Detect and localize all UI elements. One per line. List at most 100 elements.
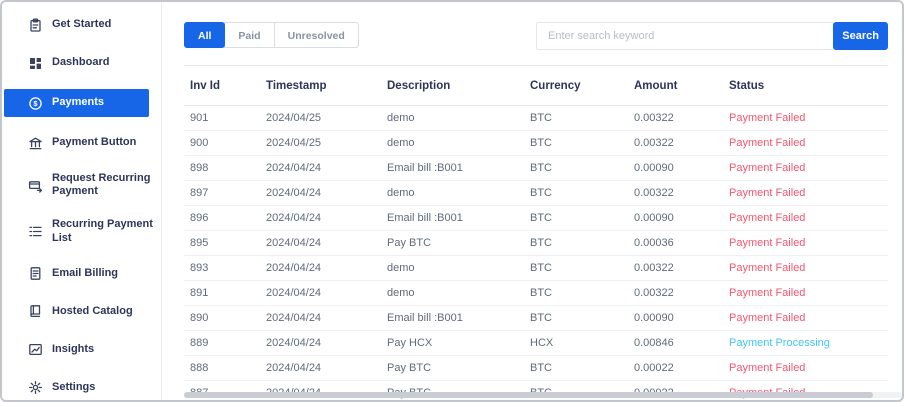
cell-inv-id: 888 (190, 362, 209, 374)
cell-timestamp: 2024/04/25 (266, 112, 322, 124)
card-request-icon (28, 178, 43, 193)
column-header: Timestamp (266, 79, 327, 92)
chart-icon (28, 342, 43, 357)
cell-description: Email bill :B001 (387, 162, 463, 174)
cell-status: Payment Failed (729, 187, 806, 199)
sidebar-item-get-started[interactable]: Get Started (2, 13, 161, 37)
cell-timestamp: 2024/04/25 (266, 137, 322, 149)
cell-status: Payment Failed (729, 237, 806, 249)
sidebar: Get Started Dashboard $ Payments Payment… (2, 2, 162, 400)
table-row[interactable]: 895 2024/04/24 Pay BTC BTC 0.00036 Payme… (184, 231, 888, 256)
cell-amount: 0.00322 (634, 137, 674, 149)
cell-timestamp: 2024/04/24 (266, 362, 322, 374)
sidebar-item-payment-button[interactable]: Payment Button (2, 131, 161, 155)
cell-status: Payment Failed (729, 362, 806, 374)
sidebar-item-hosted-catalog[interactable]: Hosted Catalog (2, 300, 161, 324)
cell-currency: BTC (530, 262, 552, 274)
cell-description: Pay BTC (387, 362, 432, 374)
cell-currency: BTC (530, 212, 552, 224)
sidebar-item-label: Get Started (52, 18, 112, 31)
column-header: Status (729, 79, 765, 92)
filter-tab-paid[interactable]: Paid (224, 22, 275, 48)
cell-inv-id: 901 (190, 112, 209, 124)
filter-tab-all[interactable]: All (184, 22, 226, 48)
search-input[interactable] (536, 22, 834, 50)
payments-table: Inv Id Timestamp Description Currency Amount… (184, 65, 888, 400)
sidebar-item-label: Email Billing (52, 267, 119, 280)
table-row[interactable]: 893 2024/04/24 demo BTC 0.00322 Payment … (184, 256, 888, 281)
cell-currency: BTC (530, 137, 552, 149)
filter-tab-unresolved[interactable]: Unresolved (273, 22, 359, 48)
cell-inv-id: 896 (190, 212, 209, 224)
cell-status: Payment Failed (729, 287, 806, 299)
search-button[interactable]: Search (833, 22, 888, 50)
cell-timestamp: 2024/04/24 (266, 212, 322, 224)
column-header: Amount (634, 79, 678, 92)
sidebar-item-dashboard[interactable]: Dashboard (2, 51, 161, 75)
table-header-row: Inv Id Timestamp Description Currency Amount… (184, 65, 888, 106)
table-row[interactable]: 896 2024/04/24 Email bill :B001 BTC 0.00… (184, 206, 888, 231)
table-row[interactable]: 891 2024/04/24 demo BTC 0.00322 Payment … (184, 281, 888, 306)
scrollbar-thumb[interactable] (184, 392, 874, 398)
cell-inv-id: 891 (190, 287, 209, 299)
cell-timestamp: 2024/04/24 (266, 287, 322, 299)
cell-status: Payment Processing (729, 337, 830, 349)
sidebar-item-label: Dashboard (52, 56, 110, 69)
cell-description: demo (387, 137, 415, 149)
cell-inv-id: 898 (190, 162, 209, 174)
sidebar-item-request-recurring-payment[interactable]: Request Recurring Payment (2, 169, 161, 201)
column-header: Currency (530, 79, 581, 92)
sidebar-item-insights[interactable]: Insights (2, 338, 161, 362)
cell-description: demo (387, 287, 415, 299)
sidebar-item-recurring-payment-list[interactable]: Recurring Payment List (2, 215, 161, 247)
cell-status: Payment Failed (729, 137, 806, 149)
sidebar-item-label: Payments (52, 96, 104, 109)
sidebar-item-email-billing[interactable]: Email Billing (2, 262, 161, 286)
list-icon (28, 224, 43, 239)
horizontal-scrollbar[interactable] (184, 392, 902, 398)
gear-icon (28, 380, 43, 395)
column-header: Description (387, 79, 451, 92)
cell-timestamp: 2024/04/24 (266, 237, 322, 249)
cell-description: Pay HCX (387, 337, 433, 349)
cell-amount: 0.00090 (634, 212, 674, 224)
table-row[interactable]: 890 2024/04/24 Email bill :B001 BTC 0.00… (184, 306, 888, 331)
cell-inv-id: 889 (190, 337, 209, 349)
document-icon (28, 266, 43, 281)
cell-description: demo (387, 262, 415, 274)
status-filter-group: All Paid Unresolved (184, 22, 359, 48)
sidebar-item-payments[interactable]: $ Payments (4, 89, 149, 117)
cell-status: Payment Failed (729, 312, 806, 324)
cell-description: demo (387, 112, 415, 124)
sidebar-item-label: Payment Button (52, 136, 137, 149)
search-bar: Search (536, 22, 888, 50)
cell-status: Payment Failed (729, 162, 806, 174)
table-row[interactable]: 900 2024/04/25 demo BTC 0.00322 Payment … (184, 131, 888, 156)
cell-amount: 0.00090 (634, 162, 674, 174)
cell-description: Email bill :B001 (387, 312, 463, 324)
cell-amount: 0.00846 (634, 337, 674, 349)
table-row[interactable]: 901 2024/04/25 demo BTC 0.00322 Payment … (184, 106, 888, 131)
cell-currency: BTC (530, 362, 552, 374)
table-row[interactable]: 888 2024/04/24 Pay BTC BTC 0.00022 Payme… (184, 356, 888, 381)
cell-currency: BTC (530, 187, 552, 199)
cell-currency: BTC (530, 112, 552, 124)
cell-status: Payment Failed (729, 212, 806, 224)
table-row[interactable]: 897 2024/04/24 demo BTC 0.00322 Payment … (184, 181, 888, 206)
svg-text:$: $ (33, 99, 38, 108)
sidebar-item-settings[interactable]: Settings (2, 376, 161, 400)
cell-currency: HCX (530, 337, 554, 349)
cell-status: Payment Failed (729, 262, 806, 274)
cell-inv-id: 900 (190, 137, 209, 149)
cell-currency: BTC (530, 312, 552, 324)
cell-timestamp: 2024/04/24 (266, 262, 322, 274)
sidebar-item-label: Hosted Catalog (52, 305, 133, 318)
topbar: AllPaidUnresolved Search (184, 22, 888, 50)
sidebar-item-label: Settings (52, 381, 96, 394)
table-row[interactable]: 898 2024/04/24 Email bill :B001 BTC 0.00… (184, 156, 888, 181)
cell-amount: 0.00322 (634, 112, 674, 124)
cell-status: Payment Failed (729, 112, 806, 124)
cell-timestamp: 2024/04/24 (266, 312, 322, 324)
cell-amount: 0.00322 (634, 187, 674, 199)
table-row[interactable]: 889 2024/04/24 Pay HCX HCX 0.00846 Payme… (184, 331, 888, 356)
